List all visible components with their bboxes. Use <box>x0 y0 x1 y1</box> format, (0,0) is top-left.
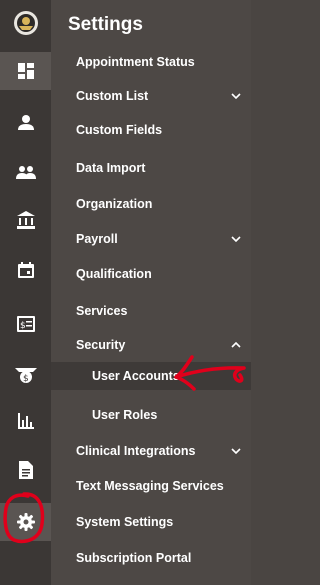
people-icon[interactable] <box>0 153 51 191</box>
sidebar-item-label: Clinical Integrations <box>76 444 196 458</box>
document-icon[interactable] <box>0 451 51 489</box>
icon-rail: $ $ <box>0 0 51 585</box>
chevron-down-icon <box>231 93 241 99</box>
sidebar-item-system-settings[interactable]: System Settings <box>51 508 251 536</box>
calendar-icon[interactable] <box>0 251 51 289</box>
svg-text:$: $ <box>20 321 26 331</box>
sidebar-item-security[interactable]: Security <box>51 331 251 359</box>
logo-icon[interactable] <box>0 4 51 42</box>
person-icon[interactable] <box>0 103 51 141</box>
sidebar-item-label: Qualification <box>76 267 152 281</box>
sidebar-item-label: User Roles <box>92 408 158 422</box>
sidebar-item-label: Subscription Portal <box>76 551 192 565</box>
sidebar-item-label: Text Messaging Services <box>76 479 224 493</box>
sidebar-item-label: Organization <box>76 197 153 211</box>
sidebar-item-label: Security <box>76 338 126 352</box>
sidebar-item-label: Payroll <box>76 232 118 246</box>
bank-icon[interactable] <box>0 201 51 239</box>
sidebar-item-user-accounts[interactable]: User Accounts <box>51 362 251 390</box>
invoice-icon[interactable]: $ <box>0 305 51 343</box>
chevron-down-icon <box>231 448 241 454</box>
chevron-down-icon <box>231 236 241 242</box>
sidebar-item-custom-list[interactable]: Custom List <box>51 82 251 110</box>
sidebar-item-organization[interactable]: Organization <box>51 190 251 218</box>
sidebar-item-label: System Settings <box>76 515 174 529</box>
sidebar-item-label: Custom List <box>76 89 149 103</box>
money-icon[interactable]: $ <box>0 356 51 394</box>
sidebar-item-label: User Accounts <box>92 369 180 383</box>
sidebar-item-label: Appointment Status <box>76 55 195 69</box>
page-title: Settings <box>68 14 143 35</box>
sidebar-item-label: Services <box>76 304 128 318</box>
sidebar-item-services[interactable]: Services <box>51 297 251 325</box>
dashboard-icon[interactable] <box>0 52 51 90</box>
sidebar-item-custom-fields[interactable]: Custom Fields <box>51 116 251 144</box>
sidebar-item-user-roles[interactable]: User Roles <box>51 401 251 429</box>
sidebar-item-data-import[interactable]: Data Import <box>51 154 251 182</box>
sidebar-item-payroll[interactable]: Payroll <box>51 225 251 253</box>
sidebar-item-clinical-integrations[interactable]: Clinical Integrations <box>51 437 251 465</box>
sidebar-item-text-messaging-services[interactable]: Text Messaging Services <box>51 472 251 500</box>
bar-chart-icon[interactable] <box>0 402 51 440</box>
sidebar-item-appointment-status[interactable]: Appointment Status <box>51 48 251 76</box>
sidebar-item-label: Custom Fields <box>76 123 163 137</box>
chevron-up-icon <box>231 342 241 348</box>
sidebar-item-label: Data Import <box>76 161 146 175</box>
svg-text:$: $ <box>23 374 29 384</box>
sidebar-item-qualification[interactable]: Qualification <box>51 260 251 288</box>
sidebar-item-subscription-portal[interactable]: Subscription Portal <box>51 544 251 572</box>
gear-icon[interactable] <box>0 503 51 541</box>
